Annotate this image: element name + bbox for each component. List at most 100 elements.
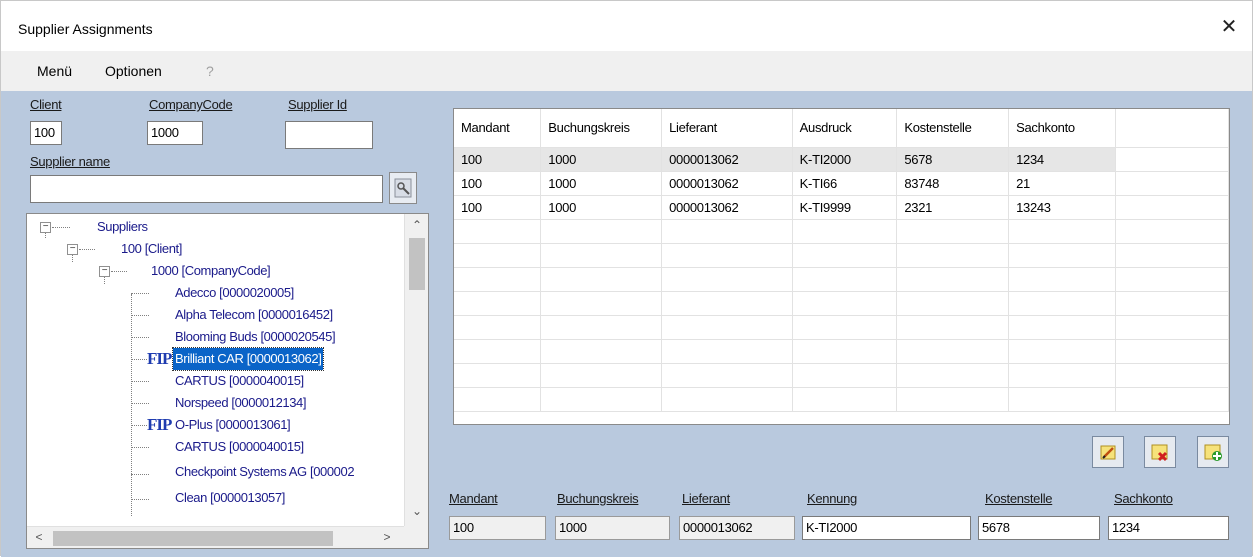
buchungskreis-field[interactable]: 1000 bbox=[555, 516, 670, 540]
tree-node-suppliers[interactable]: − Suppliers bbox=[27, 216, 404, 238]
table-cell[interactable]: K-TI66 bbox=[792, 171, 898, 196]
empty-row bbox=[454, 315, 1229, 340]
table-cell[interactable]: 100 bbox=[454, 147, 542, 172]
tree-node-client[interactable]: − 100 [Client] bbox=[27, 238, 404, 260]
scroll-up-icon[interactable]: ⌃ bbox=[407, 218, 427, 232]
table-header-row: Mandant Buchungskreis Lieferant Ausdruck… bbox=[454, 109, 1229, 148]
scroll-thumb[interactable] bbox=[53, 531, 333, 546]
scroll-right-icon[interactable]: > bbox=[377, 530, 397, 544]
table-cell[interactable]: 21 bbox=[1008, 171, 1116, 196]
supplier-id-label: Supplier Id bbox=[288, 97, 347, 112]
fip-icon: FIP bbox=[147, 415, 172, 434]
delete-icon bbox=[1151, 444, 1168, 462]
table-cell[interactable]: 100 bbox=[454, 171, 542, 196]
table-cell[interactable]: 1234 bbox=[1008, 147, 1116, 172]
collapse-icon[interactable]: − bbox=[40, 222, 51, 233]
column-header-buchungskreis[interactable]: Buchungskreis bbox=[540, 109, 663, 148]
kostenstelle-label: Kostenstelle bbox=[985, 491, 1053, 506]
add-icon bbox=[1204, 444, 1222, 461]
tree-node-supplier[interactable]: Alpha Telecom [0000016452] bbox=[27, 304, 404, 326]
scroll-thumb[interactable] bbox=[409, 238, 425, 290]
empty-row bbox=[454, 291, 1229, 316]
scroll-left-icon[interactable]: < bbox=[29, 530, 49, 544]
kostenstelle-field[interactable]: 5678 bbox=[978, 516, 1100, 540]
table-row[interactable]: 100 1000 0000013062 K-TI66 83748 21 bbox=[454, 171, 1229, 196]
menu-bar: Menü Optionen ? bbox=[1, 51, 1252, 91]
tree-horizontal-scrollbar[interactable]: < > bbox=[27, 526, 404, 548]
empty-row bbox=[454, 363, 1229, 388]
supplier-id-field[interactable] bbox=[285, 121, 373, 149]
table-cell[interactable]: K-TI2000 bbox=[792, 147, 898, 172]
supplier-tree[interactable]: − Suppliers − 100 [Client] − 1000 [Compa… bbox=[26, 213, 429, 549]
close-icon[interactable]: ✕ bbox=[1218, 16, 1240, 38]
company-code-label: CompanyCode bbox=[149, 97, 233, 112]
empty-row bbox=[454, 267, 1229, 292]
table-cell bbox=[1115, 147, 1229, 172]
column-header-kostenstelle[interactable]: Kostenstelle bbox=[896, 109, 1010, 148]
table-cell[interactable]: 5678 bbox=[896, 147, 1010, 172]
company-code-field[interactable]: 1000 bbox=[147, 121, 203, 145]
table-cell[interactable]: 83748 bbox=[896, 171, 1010, 196]
kennung-field[interactable]: K-TI2000 bbox=[802, 516, 971, 540]
table-cell[interactable]: 0000013062 bbox=[661, 195, 793, 220]
empty-row bbox=[454, 387, 1229, 412]
tree-node-supplier[interactable]: Checkpoint Systems AG [000002 bbox=[27, 458, 404, 486]
tree-node-supplier[interactable]: Norspeed [0000012134] bbox=[27, 392, 404, 414]
lieferant-label: Lieferant bbox=[682, 491, 730, 506]
table-cell[interactable]: 2321 bbox=[896, 195, 1010, 220]
sachkonto-field[interactable]: 1234 bbox=[1108, 516, 1229, 540]
tree-node-supplier[interactable]: Blooming Buds [0000020545] bbox=[27, 326, 404, 348]
table-row[interactable]: 100 1000 0000013062 K-TI2000 5678 1234 bbox=[454, 147, 1229, 172]
search-button[interactable] bbox=[389, 172, 417, 204]
add-button[interactable] bbox=[1197, 436, 1229, 468]
delete-button[interactable] bbox=[1144, 436, 1176, 468]
tree-node-supplier[interactable]: Adecco [0000020005] bbox=[27, 282, 404, 304]
tree-node-company-code[interactable]: − 1000 [CompanyCode] bbox=[27, 260, 404, 282]
mandant-field[interactable]: 100 bbox=[449, 516, 546, 540]
search-icon bbox=[394, 178, 412, 198]
scroll-down-icon[interactable]: ⌄ bbox=[407, 504, 427, 518]
tree-node-supplier-selected[interactable]: FIP Brilliant CAR [0000013062] bbox=[27, 347, 404, 371]
fip-icon: FIP bbox=[147, 349, 172, 368]
tree-node-supplier[interactable]: Clean [0000013057] bbox=[27, 486, 404, 508]
mandant-label: Mandant bbox=[449, 491, 498, 506]
collapse-icon[interactable]: − bbox=[67, 244, 78, 255]
supplier-name-label: Supplier name bbox=[30, 154, 110, 169]
column-header-sachkonto[interactable]: Sachkonto bbox=[1008, 109, 1116, 148]
assignments-grid[interactable]: Mandant Buchungskreis Lieferant Ausdruck… bbox=[453, 108, 1230, 425]
table-cell[interactable]: 100 bbox=[454, 195, 542, 220]
column-header-mandant[interactable]: Mandant bbox=[454, 109, 542, 148]
table-cell[interactable]: K-TI9999 bbox=[792, 195, 898, 220]
edit-button[interactable] bbox=[1092, 436, 1124, 468]
window-title: Supplier Assignments bbox=[18, 21, 153, 37]
tree-vertical-scrollbar[interactable]: ⌃ ⌄ bbox=[404, 214, 428, 526]
scrollbar-corner bbox=[404, 526, 428, 548]
client-label: Client bbox=[30, 97, 62, 112]
table-cell[interactable]: 0000013062 bbox=[661, 147, 793, 172]
collapse-icon[interactable]: − bbox=[99, 266, 110, 277]
table-cell bbox=[1115, 171, 1229, 196]
empty-row bbox=[454, 219, 1229, 244]
column-header-lieferant[interactable]: Lieferant bbox=[661, 109, 793, 148]
table-cell[interactable]: 13243 bbox=[1008, 195, 1116, 220]
menu-item-menue[interactable]: Menü bbox=[37, 63, 72, 79]
client-field[interactable]: 100 bbox=[30, 121, 62, 145]
table-cell[interactable]: 1000 bbox=[540, 195, 663, 220]
tree-node-supplier[interactable]: FIP O-Plus [0000013061] bbox=[27, 414, 404, 436]
table-cell[interactable]: 1000 bbox=[540, 147, 663, 172]
sachkonto-label: Sachkonto bbox=[1114, 491, 1173, 506]
table-cell[interactable]: 1000 bbox=[540, 171, 663, 196]
tree-node-supplier[interactable]: CARTUS [0000040015] bbox=[27, 436, 404, 458]
column-header-ausdruck[interactable]: Ausdruck bbox=[792, 109, 898, 148]
supplier-name-field[interactable] bbox=[30, 175, 383, 203]
empty-row bbox=[454, 243, 1229, 268]
empty-row bbox=[454, 339, 1229, 364]
table-row[interactable]: 100 1000 0000013062 K-TI9999 2321 13243 bbox=[454, 195, 1229, 220]
menu-item-help[interactable]: ? bbox=[206, 63, 214, 79]
edit-icon bbox=[1100, 445, 1116, 460]
menu-item-optionen[interactable]: Optionen bbox=[105, 63, 162, 79]
assignments-table: Mandant Buchungskreis Lieferant Ausdruck… bbox=[454, 109, 1229, 412]
table-cell[interactable]: 0000013062 bbox=[661, 171, 793, 196]
tree-node-supplier[interactable]: CARTUS [0000040015] bbox=[27, 370, 404, 392]
lieferant-field[interactable]: 0000013062 bbox=[679, 516, 795, 540]
